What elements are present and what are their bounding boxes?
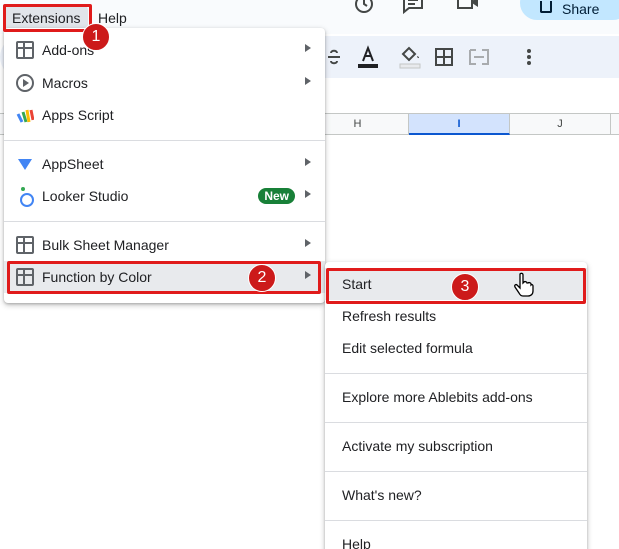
looker-studio-icon <box>16 187 34 207</box>
highlight-extensions <box>3 4 92 32</box>
step-badge-2: 2 <box>248 264 276 292</box>
submenu-divider <box>325 471 587 472</box>
menu-item-macros[interactable]: Macros <box>4 67 325 99</box>
submenu-item-label: Edit selected formula <box>342 340 473 356</box>
hand-cursor-icon <box>514 272 534 297</box>
menu-item-bulk-sheet-manager[interactable]: Bulk Sheet Manager <box>4 229 325 261</box>
menu-item-label: Bulk Sheet Manager <box>42 237 169 253</box>
appsheet-icon <box>18 159 32 170</box>
column-header-i[interactable]: I <box>409 114 510 135</box>
function-by-color-submenu: Start Refresh results Edit selected form… <box>325 262 587 549</box>
submenu-divider <box>325 373 587 374</box>
menu-divider <box>4 221 325 222</box>
step-badge-1: 1 <box>82 23 110 51</box>
column-header-j[interactable]: J <box>510 114 611 135</box>
borders-icon[interactable] <box>432 44 456 70</box>
submenu-item-label: What's new? <box>342 487 422 503</box>
more-options-icon[interactable] <box>517 44 541 70</box>
submenu-item-whats-new[interactable]: What's new? <box>325 479 587 511</box>
submenu-item-label: Activate my subscription <box>342 438 493 454</box>
comment-icon[interactable] <box>401 0 429 16</box>
text-color-icon[interactable] <box>356 44 380 70</box>
menu-item-label: Apps Script <box>42 107 114 123</box>
menu-item-looker-studio[interactable]: Looker Studio New <box>4 180 325 212</box>
submenu-item-edit-selected-formula[interactable]: Edit selected formula <box>325 332 587 364</box>
meet-icon[interactable] <box>456 0 484 14</box>
submenu-item-refresh-results[interactable]: Refresh results <box>325 300 587 332</box>
submenu-arrow-icon <box>305 190 311 198</box>
fill-color-icon[interactable] <box>398 44 422 70</box>
addons-icon <box>16 41 34 59</box>
merge-cells-icon[interactable] <box>466 44 490 70</box>
menu-item-label: Macros <box>42 75 88 91</box>
submenu-item-explore-ablebits[interactable]: Explore more Ablebits add-ons <box>325 381 587 413</box>
share-label: Share <box>562 1 600 17</box>
submenu-divider <box>325 520 587 521</box>
submenu-arrow-icon <box>305 239 311 247</box>
bulk-sheet-manager-icon <box>16 236 34 254</box>
submenu-arrow-icon <box>305 44 311 52</box>
history-icon[interactable] <box>352 0 380 16</box>
submenu-item-activate-subscription[interactable]: Activate my subscription <box>325 430 587 462</box>
share-button[interactable]: Share <box>520 0 619 20</box>
menu-item-add-ons[interactable]: Add-ons <box>4 34 325 66</box>
submenu-item-label: Refresh results <box>342 308 437 324</box>
menu-item-label: Looker Studio <box>42 188 129 204</box>
submenu-item-label: Help <box>342 536 371 549</box>
submenu-arrow-icon <box>305 77 311 85</box>
submenu-divider <box>325 422 587 423</box>
submenu-item-help[interactable]: Help <box>325 528 587 549</box>
menu-divider <box>4 140 325 141</box>
macros-icon <box>16 74 34 92</box>
step-badge-3: 3 <box>451 273 479 301</box>
menu-item-label: AppSheet <box>42 156 104 172</box>
strikethrough-icon[interactable] <box>322 44 346 70</box>
submenu-item-label: Explore more Ablebits add-ons <box>342 389 533 405</box>
menu-item-apps-script[interactable]: Apps Script <box>4 99 325 131</box>
menu-item-appsheet[interactable]: AppSheet <box>4 148 325 180</box>
apps-script-icon <box>16 109 34 123</box>
new-badge: New <box>258 188 295 204</box>
share-lock-icon <box>540 1 552 13</box>
submenu-arrow-icon <box>305 158 311 166</box>
